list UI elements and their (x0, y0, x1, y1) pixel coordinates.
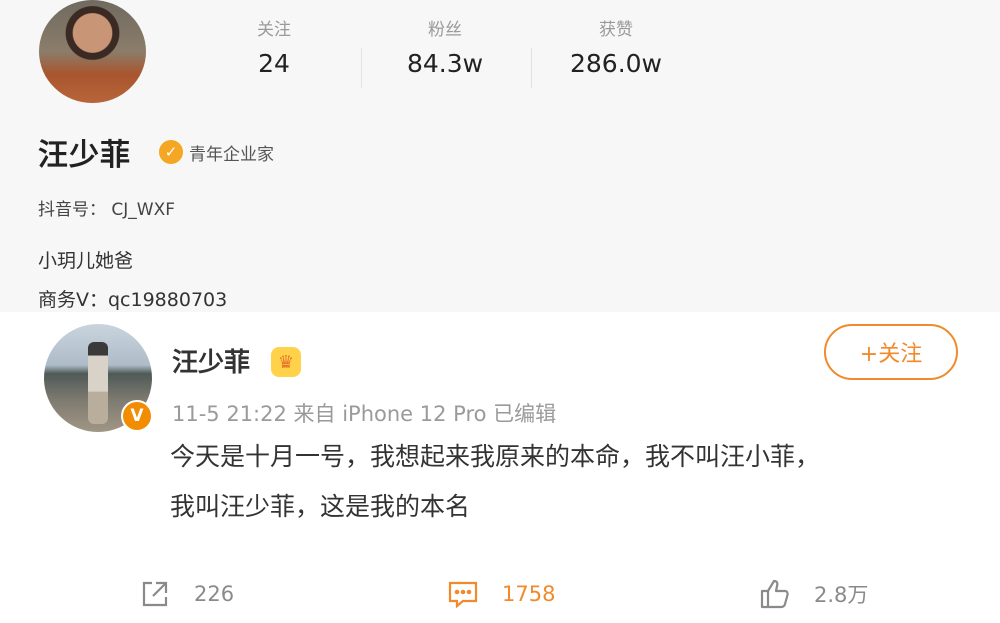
like-count: 2.8万 (814, 583, 869, 607)
post-body: 今天是十月一号，我想起来我原来的本命，我不叫汪小菲， 我叫汪少菲，这是我的本名 (170, 432, 960, 532)
bio-business-contact: 商务V：qc19880703 (38, 289, 228, 311)
post-text-line: 我叫汪少菲，这是我的本名 (170, 492, 471, 521)
stat-divider (361, 48, 362, 88)
share-icon (142, 581, 168, 607)
share-count: 226 (194, 582, 235, 606)
stat-divider (531, 48, 532, 88)
post-author-name[interactable]: 汪少菲 (172, 342, 250, 379)
share-button[interactable]: 226 (138, 574, 234, 614)
comment-button[interactable]: 1758 (446, 574, 555, 614)
like-button[interactable]: 2.8万 (758, 574, 868, 614)
bio-line: 小玥儿她爸 (38, 250, 134, 272)
profile-header: 关注 24 粉丝 84.3w 获赞 286.0w 汪少菲 ✓ 青年企业家 抖音号… (0, 0, 1000, 312)
post-meta: 11-5 21:22 来自 iPhone 12 Pro 已编辑 (172, 402, 557, 426)
post-actions: 226 1758 2.8万 (0, 574, 1000, 614)
stat-likes[interactable]: 获赞 286.0w (556, 18, 676, 84)
comment-icon (448, 581, 478, 609)
member-crown-icon: ♛ (271, 347, 301, 377)
thumbs-up-icon (760, 579, 789, 609)
comment-count: 1758 (502, 582, 556, 606)
post-text-line: 今天是十月一号，我想起来我原来的本命，我不叫汪小菲， (170, 442, 821, 471)
stat-following[interactable]: 关注 24 (214, 18, 334, 84)
profile-name-row: 汪少菲 ✓ 青年企业家 (38, 130, 274, 174)
profile-stats: 关注 24 粉丝 84.3w 获赞 286.0w (0, 18, 1000, 98)
profile-name: 汪少菲 (38, 138, 131, 173)
verification-label: 青年企业家 (189, 144, 274, 165)
douyin-id: 抖音号： CJ_WXF (38, 200, 176, 220)
stat-followers[interactable]: 粉丝 84.3w (385, 18, 505, 84)
stat-followers-label: 粉丝 (428, 20, 462, 40)
weibo-post: V 汪少菲 ♛ +关注 11-5 21:22 来自 iPhone 12 Pro … (0, 312, 1000, 623)
avatar-figure (88, 342, 108, 424)
stat-following-label: 关注 (257, 20, 291, 40)
verified-check-icon: ✓ (159, 140, 183, 164)
stat-likes-value: 286.0w (569, 49, 663, 78)
follow-button[interactable]: +关注 (824, 324, 958, 380)
stat-likes-label: 获赞 (599, 20, 633, 40)
stat-followers-value: 84.3w (406, 49, 484, 78)
verified-v-icon: V (121, 400, 153, 432)
stat-following-value: 24 (258, 49, 290, 78)
